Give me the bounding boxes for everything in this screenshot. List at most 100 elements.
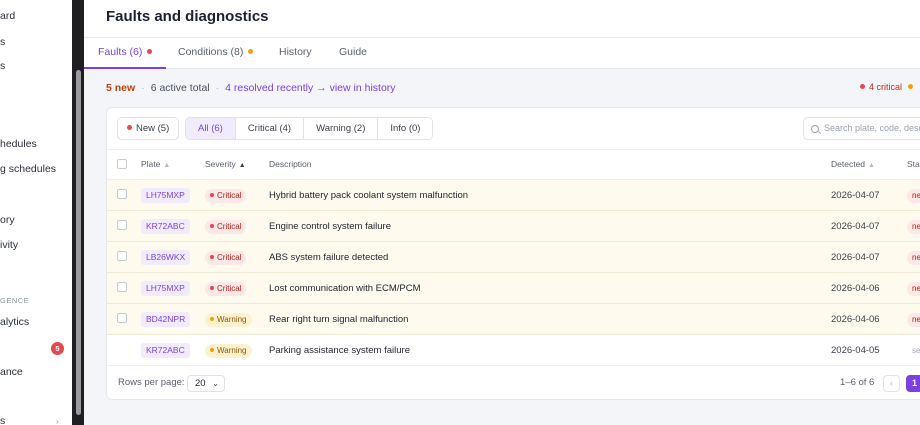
- filter-critical[interactable]: Critical (4): [235, 118, 305, 139]
- sidebar-scroll-thumb[interactable]: [76, 70, 81, 415]
- search-input[interactable]: Search plate, code, description: [803, 117, 920, 140]
- severity-badge: Warning: [205, 313, 252, 327]
- plate-badge[interactable]: KR72ABC: [141, 343, 190, 358]
- table-row[interactable]: KR72ABC Critical Engine control system f…: [107, 211, 920, 242]
- status-badge: new: [907, 189, 920, 203]
- faults-count-badge: 5: [51, 342, 64, 355]
- sidebar-item-compliance[interactable]: ance: [0, 366, 23, 378]
- sidebar-item-upcoming-schedules[interactable]: g schedules: [0, 163, 56, 175]
- warning-dot-icon: [210, 347, 214, 352]
- separator: ·: [141, 82, 145, 94]
- severity-badge: Warning: [205, 344, 252, 358]
- sidebar-item-analytics[interactable]: alytics: [0, 316, 29, 328]
- resolved-history-link[interactable]: 4 resolved recently → view in history: [225, 82, 395, 94]
- detected-date: 2026-04-07: [831, 252, 880, 263]
- plate-badge[interactable]: LH75MXP: [141, 281, 190, 296]
- tab-faults[interactable]: Faults (6): [84, 38, 167, 69]
- pagination-range: 1–6 of 6: [840, 377, 875, 388]
- tab-guide[interactable]: Guide: [339, 38, 367, 69]
- filter-all[interactable]: All (6): [186, 118, 236, 139]
- active-total: 6 active total: [150, 82, 210, 94]
- row-checkbox[interactable]: [117, 220, 127, 230]
- plate-badge[interactable]: LB26WKX: [141, 250, 191, 265]
- table-row[interactable]: KR72ABC Warning Parking assistance syste…: [107, 335, 920, 366]
- previous-page-button[interactable]: ‹: [883, 375, 900, 392]
- column-description: Description: [269, 159, 312, 169]
- rows-per-page-select[interactable]: 20 ⌄: [187, 375, 225, 392]
- severity-label: Critical: [217, 191, 242, 200]
- fault-description: ABS system failure detected: [269, 252, 389, 263]
- new-filter-chip[interactable]: New (5): [117, 117, 180, 140]
- page-title: Faults and diagnostics: [106, 8, 269, 25]
- column-plate-label: Plate: [141, 159, 161, 169]
- chevron-right-icon[interactable]: ›: [56, 417, 59, 425]
- new-dot-icon: [127, 124, 132, 130]
- column-plate[interactable]: Plate ▲: [141, 150, 170, 179]
- sidebar-section-heading: GENCE: [0, 296, 30, 305]
- sidebar-item-drivers[interactable]: s: [0, 60, 5, 72]
- status-badge: seen: [912, 346, 920, 355]
- severity-badge: Critical: [205, 220, 247, 234]
- plate-badge[interactable]: LH75MXP: [141, 188, 190, 203]
- sidebar-item-settings[interactable]: s: [0, 415, 5, 425]
- app-window: ard s s hedules g schedules ory ivity GE…: [0, 0, 920, 425]
- faults-table-card: New (5) All (6) Critical (4) Warning (2)…: [106, 107, 920, 400]
- table-row[interactable]: LH75MXP Critical Hybrid battery pack coo…: [107, 180, 920, 211]
- sidebar-item-vehicles[interactable]: s: [0, 36, 5, 48]
- row-checkbox[interactable]: [117, 251, 127, 261]
- plate-badge[interactable]: KR72ABC: [141, 219, 190, 234]
- column-severity[interactable]: Severity ▲: [205, 150, 246, 179]
- rows-per-page-label: Rows per page:: [118, 377, 185, 388]
- severity-label: Warning: [217, 346, 247, 355]
- page-1-button[interactable]: 1: [906, 375, 920, 392]
- severity-badge: Critical: [205, 251, 247, 265]
- severity-badge: Critical: [205, 189, 247, 203]
- conditions-dot-icon: [248, 48, 254, 54]
- separator: ·: [215, 82, 220, 94]
- critical-count-label: 4 critical: [869, 82, 903, 92]
- new-count: 5 new: [106, 82, 136, 94]
- tab-faults-label: Faults (6): [98, 46, 143, 58]
- sidebar-item-activity[interactable]: ivity: [0, 239, 18, 251]
- critical-dot-icon: [210, 285, 214, 290]
- fault-description: Rear right turn signal malfunction: [269, 314, 409, 325]
- severity-label: Critical: [217, 284, 242, 293]
- status-badge: new: [907, 220, 920, 234]
- sidebar-item-history[interactable]: ory: [0, 214, 15, 226]
- severity-label: Critical: [217, 222, 242, 231]
- table-row[interactable]: BD42NPR Warning Rear right turn signal m…: [107, 304, 920, 335]
- filter-warning[interactable]: Warning (2): [304, 118, 379, 139]
- tab-conditions-label: Conditions (8): [178, 46, 244, 58]
- critical-count: 4 critical: [860, 82, 917, 92]
- row-checkbox[interactable]: [117, 282, 127, 292]
- filter-info[interactable]: Info (0): [378, 118, 433, 139]
- table-row[interactable]: LB26WKX Critical ABS system failure dete…: [107, 242, 920, 273]
- fault-description: Engine control system failure: [269, 221, 391, 232]
- tab-history[interactable]: History: [279, 38, 312, 69]
- column-detected[interactable]: Detected ▲: [831, 150, 875, 179]
- table-row[interactable]: LH75MXP Critical Lost communication with…: [107, 273, 920, 304]
- column-severity-label: Severity: [205, 159, 236, 169]
- sort-icon: ▲: [868, 162, 875, 169]
- severity-label: Critical: [217, 253, 242, 262]
- critical-dot-icon: [210, 192, 214, 197]
- row-checkbox[interactable]: [117, 313, 127, 323]
- page-header: Faults and diagnostics: [84, 0, 920, 38]
- plate-badge[interactable]: BD42NPR: [141, 312, 191, 327]
- tab-conditions[interactable]: Conditions (8): [178, 38, 254, 69]
- critical-dot-icon: [210, 254, 214, 259]
- sidebar-item-dashboard[interactable]: ard: [0, 10, 15, 22]
- rows-per-page-value: 20: [195, 378, 206, 389]
- severity-badge: Critical: [205, 282, 247, 296]
- tab-bar: Faults (6) Conditions (8) History Guide: [84, 38, 920, 69]
- detected-date: 2026-04-06: [831, 314, 880, 325]
- critical-dot-icon: [210, 223, 214, 228]
- detected-date: 2026-04-07: [831, 221, 880, 232]
- row-checkbox[interactable]: [117, 189, 127, 199]
- select-all-checkbox[interactable]: [117, 159, 127, 169]
- fault-description: Lost communication with ECM/PCM: [269, 283, 421, 294]
- warning-dot-icon: [908, 84, 914, 90]
- filter-bar: New (5) All (6) Critical (4) Warning (2)…: [107, 108, 920, 149]
- sidebar-item-schedules[interactable]: hedules: [0, 138, 37, 150]
- table-footer: Rows per page: 20 ⌄ 1–6 of 6 ‹ 1: [107, 368, 920, 399]
